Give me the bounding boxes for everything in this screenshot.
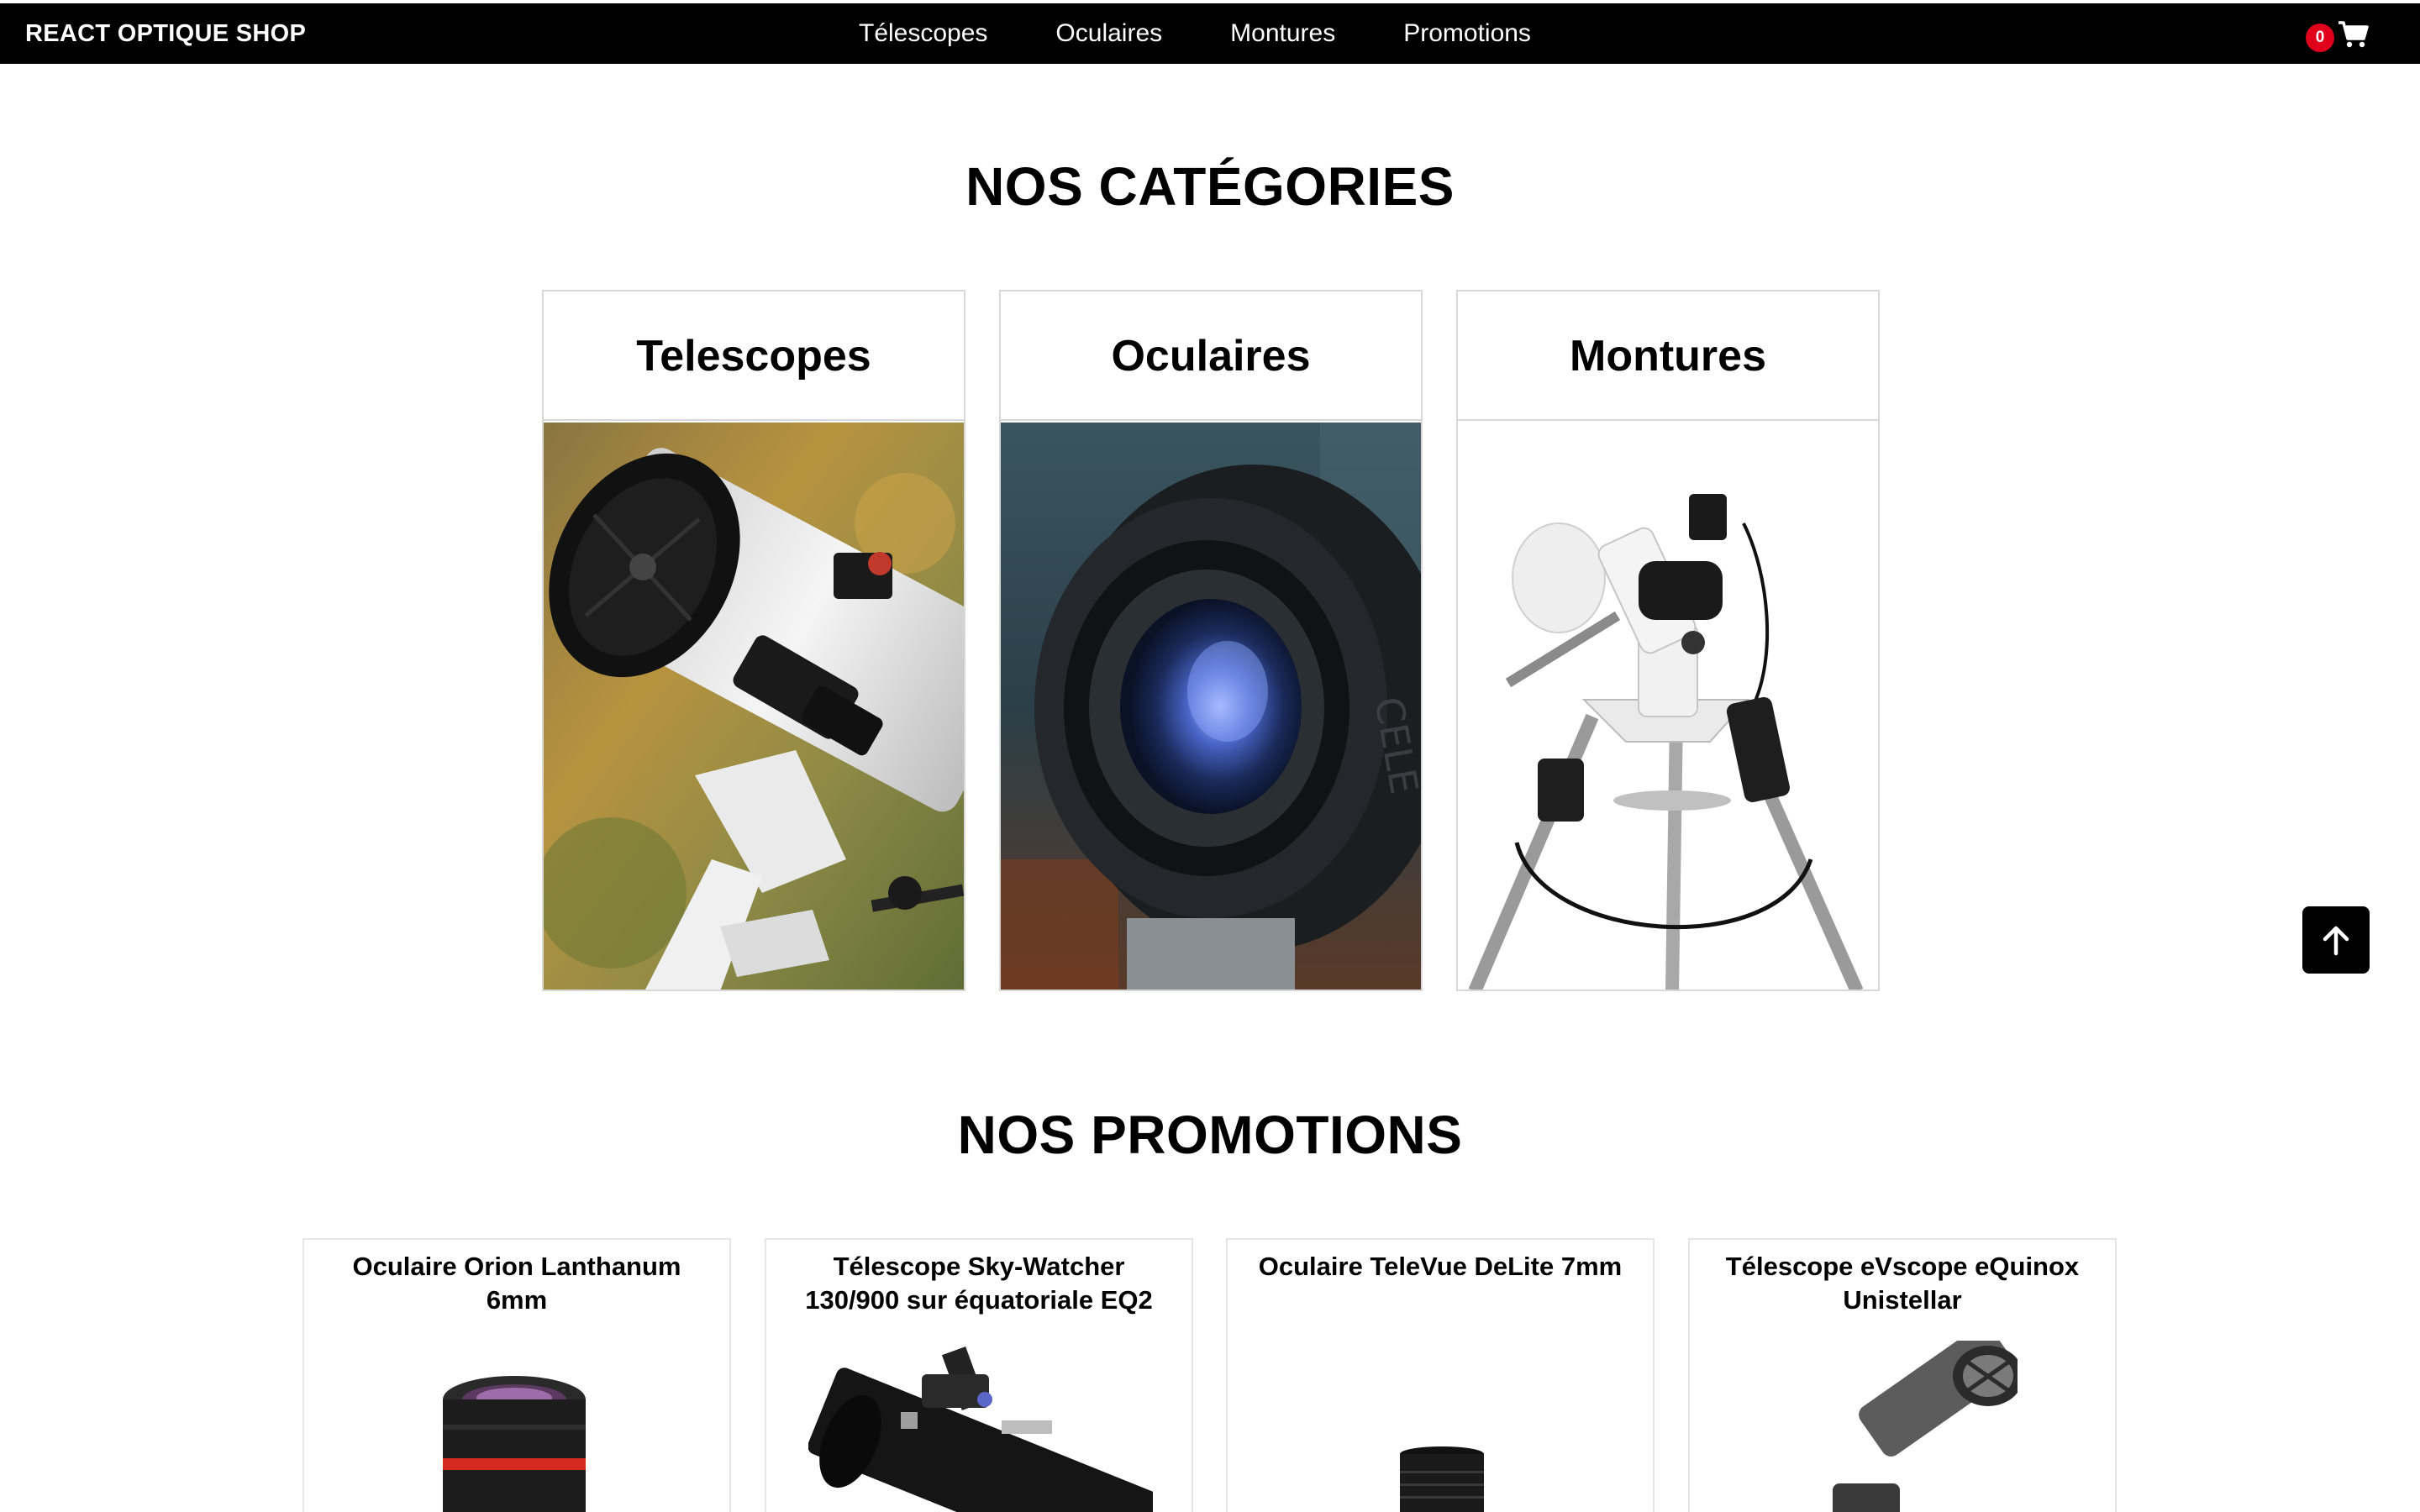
- reflector-telescope-product-image: [808, 1346, 1153, 1512]
- category-card-title: Oculaires: [1001, 291, 1421, 421]
- shopping-cart-icon: [2338, 21, 2369, 48]
- nav-link-montures[interactable]: Montures: [1230, 3, 1335, 64]
- promo-product-name: Oculaire TeleVue DeLite 7mm: [1258, 1252, 1623, 1281]
- mount-photo: [1458, 423, 1878, 990]
- cart-button[interactable]: 0: [2306, 20, 2373, 52]
- top-navbar: REACT OPTIQUE SHOP Télescopes Oculaires …: [0, 3, 2420, 64]
- promo-product-name: Télescope Sky-Watcher 130/900 sur équato…: [805, 1252, 1153, 1315]
- category-card-montures[interactable]: Montures: [1456, 290, 1880, 991]
- nav-link-oculaires[interactable]: Oculaires: [1055, 3, 1162, 64]
- category-card-title: Telescopes: [544, 291, 964, 421]
- smart-telescope-product-image: [1833, 1341, 2018, 1512]
- nav-link-promotions[interactable]: Promotions: [1403, 3, 1531, 64]
- categories-section-title: NOS CATÉGORIES: [965, 156, 1455, 217]
- category-card-oculaires[interactable]: Oculaires CELE: [999, 290, 1423, 991]
- category-card-title: Montures: [1458, 291, 1878, 421]
- promo-card[interactable]: Oculaire Orion Lanthanum 6mm: [302, 1238, 731, 1512]
- eyepiece-photo: CELE: [1001, 423, 1421, 990]
- promo-card[interactable]: Oculaire TeleVue DeLite 7mm: [1226, 1238, 1655, 1512]
- cart-count-badge: 0: [2306, 24, 2334, 52]
- arrow-up-icon: [2323, 926, 2349, 956]
- promo-product-name: Télescope eVscope eQuinox Unistellar: [1725, 1252, 2080, 1315]
- telescope-photo: [544, 423, 964, 990]
- main-nav: Télescopes Oculaires Montures Promotions: [859, 3, 1599, 64]
- nav-link-telescopes[interactable]: Télescopes: [859, 3, 987, 64]
- scroll-to-top-button[interactable]: [2302, 906, 2370, 974]
- brand-logo-text[interactable]: REACT OPTIQUE SHOP: [25, 3, 306, 64]
- eyepiece-product-image: [1400, 1446, 1484, 1512]
- promo-product-name: Oculaire Orion Lanthanum 6mm: [352, 1252, 681, 1315]
- category-card-telescopes[interactable]: Telescopes: [542, 290, 965, 991]
- promo-card[interactable]: Télescope eVscope eQuinox Unistellar: [1688, 1238, 2117, 1512]
- promo-card[interactable]: Télescope Sky-Watcher 130/900 sur équato…: [765, 1238, 1193, 1512]
- promotions-section-title: NOS PROMOTIONS: [957, 1105, 1463, 1165]
- eyepiece-product-image: [443, 1376, 586, 1512]
